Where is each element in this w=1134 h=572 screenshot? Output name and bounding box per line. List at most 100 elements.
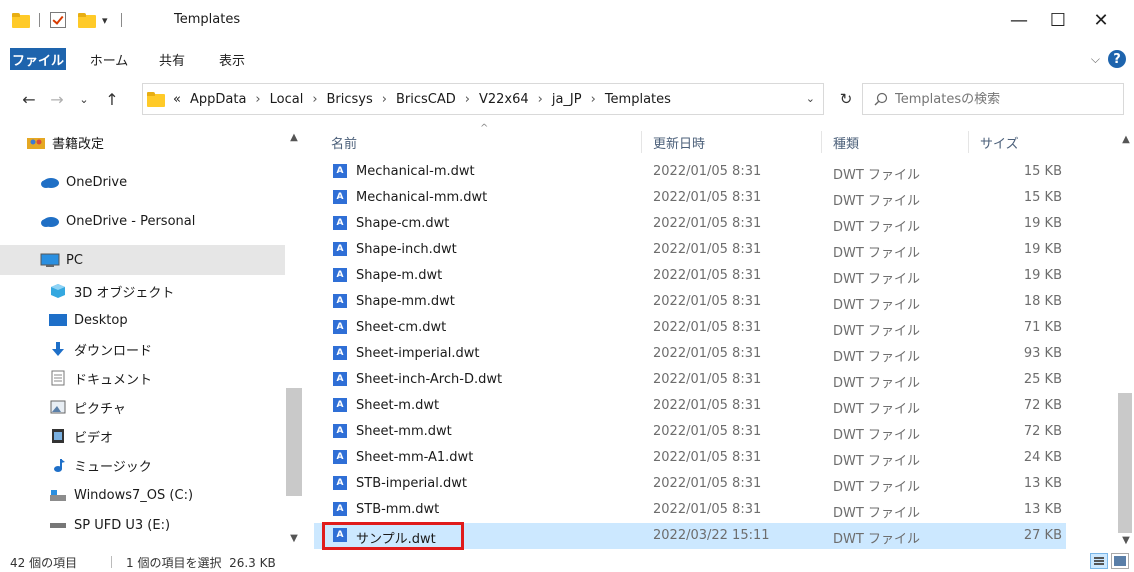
nav-item-sp-ufd[interactable]: SP UFD U3 (E:) <box>0 510 285 540</box>
nav-item-documents[interactable]: ドキュメント <box>0 363 285 393</box>
scroll-down-icon[interactable]: ▼ <box>1118 532 1134 548</box>
highlight-box <box>322 522 464 550</box>
column-divider[interactable] <box>821 131 822 153</box>
breadcrumb-appdata[interactable]: AppData <box>190 92 246 107</box>
maximize-button[interactable]: ☐ <box>1038 6 1078 34</box>
search-input[interactable] <box>895 91 1095 107</box>
nav-item-videos[interactable]: ビデオ <box>0 421 285 451</box>
document-icon <box>48 370 68 386</box>
download-icon <box>48 341 68 357</box>
address-bar[interactable]: « AppData › Local › Bricsys › BricsCAD ›… <box>142 83 824 115</box>
details-view-icon[interactable] <box>1090 553 1108 569</box>
table-row[interactable]: A Shape-mm.dwt 2022/01/05 8:31 DWT ファイル … <box>314 289 1066 315</box>
help-icon[interactable]: ? <box>1108 50 1126 68</box>
breadcrumb-separator[interactable]: › <box>538 92 543 107</box>
breadcrumb-bricsys[interactable]: Bricsys <box>327 92 373 107</box>
dwt-file-icon: A <box>333 398 347 412</box>
nav-item-3d-objects[interactable]: 3D オブジェクト <box>0 276 285 306</box>
file-name: Sheet-mm.dwt <box>356 424 452 439</box>
file-type: DWT ファイル <box>833 376 920 391</box>
large-icons-view-icon[interactable] <box>1111 553 1129 569</box>
nav-item-pc[interactable]: PC <box>0 245 285 275</box>
column-header-date[interactable]: 更新日時 <box>653 133 705 152</box>
status-bar: 42 個の項目 1 個の項目を選択 26.3 KB <box>0 552 1134 572</box>
breadcrumb-bricscad[interactable]: BricsCAD <box>396 92 456 107</box>
nav-item-pictures[interactable]: ピクチャ <box>0 392 285 422</box>
table-row[interactable]: A Sheet-m.dwt 2022/01/05 8:31 DWT ファイル 7… <box>314 393 1066 419</box>
table-row[interactable]: A Sheet-inch-Arch-D.dwt 2022/01/05 8:31 … <box>314 367 1066 393</box>
breadcrumb-separator[interactable]: › <box>255 92 260 107</box>
quick-access-dropdown-icon[interactable]: ▾ <box>102 10 108 30</box>
nav-item-downloads[interactable]: ダウンロード <box>0 334 285 364</box>
nav-item-onedrive[interactable]: OneDrive <box>0 167 285 197</box>
breadcrumb-separator[interactable]: › <box>382 92 387 107</box>
file-name: STB-mm.dwt <box>356 502 440 517</box>
nav-item-music[interactable]: ミュージック <box>0 450 285 480</box>
properties-check-icon[interactable] <box>50 10 66 30</box>
dwt-file-icon: A <box>333 502 347 516</box>
scroll-up-icon[interactable]: ▲ <box>1118 131 1134 147</box>
column-header-size[interactable]: サイズ <box>980 133 1019 152</box>
file-name: Sheet-mm-A1.dwt <box>356 450 474 465</box>
table-row[interactable]: A STB-mm.dwt 2022/01/05 8:31 DWT ファイル 13… <box>314 497 1066 523</box>
table-row[interactable]: A Sheet-mm-A1.dwt 2022/01/05 8:31 DWT ファ… <box>314 445 1066 471</box>
breadcrumb-separator[interactable]: › <box>591 92 596 107</box>
column-header-type[interactable]: 種類 <box>833 133 859 152</box>
file-name: Sheet-m.dwt <box>356 398 440 413</box>
table-row[interactable]: A Sheet-cm.dwt 2022/01/05 8:31 DWT ファイル … <box>314 315 1066 341</box>
scroll-up-icon[interactable]: ▲ <box>286 129 302 145</box>
table-row[interactable]: A Sheet-imperial.dwt 2022/01/05 8:31 DWT… <box>314 341 1066 367</box>
table-row[interactable]: A Mechanical-m.dwt 2022/01/05 8:31 DWT フ… <box>314 159 1066 185</box>
table-row[interactable]: A Mechanical-mm.dwt 2022/01/05 8:31 DWT … <box>314 185 1066 211</box>
new-folder-icon[interactable] <box>78 10 98 30</box>
breadcrumb-overflow[interactable]: « <box>173 92 181 107</box>
address-dropdown-chevron-icon[interactable]: ⌄ <box>806 92 815 105</box>
breadcrumb-templates[interactable]: Templates <box>605 92 671 107</box>
file-date: 2022/01/05 8:31 <box>653 372 762 387</box>
expand-ribbon-chevron-icon[interactable]: ⌵ <box>1091 52 1100 67</box>
nav-item-label: Desktop <box>74 312 128 328</box>
column-divider[interactable] <box>641 131 642 153</box>
column-divider[interactable] <box>968 131 969 153</box>
table-row[interactable]: A Shape-cm.dwt 2022/01/05 8:31 DWT ファイル … <box>314 211 1066 237</box>
table-row[interactable]: A Shape-m.dwt 2022/01/05 8:31 DWT ファイル 1… <box>314 263 1066 289</box>
video-icon <box>48 428 68 444</box>
tab-file[interactable]: ファイル <box>10 48 66 70</box>
nav-item-desktop[interactable]: Desktop <box>0 305 285 335</box>
forward-arrow-icon[interactable]: → <box>46 88 68 110</box>
file-size: 15 KB <box>1023 164 1062 179</box>
table-row[interactable]: A STB-imperial.dwt 2022/01/05 8:31 DWT フ… <box>314 471 1066 497</box>
tab-view[interactable]: 表示 <box>212 48 252 70</box>
search-box[interactable] <box>862 83 1124 115</box>
nav-item-label: ドキュメント <box>74 372 153 388</box>
minimize-button[interactable]: — <box>999 6 1039 34</box>
scrollbar-thumb[interactable] <box>1118 393 1132 533</box>
table-row[interactable]: A Shape-inch.dwt 2022/01/05 8:31 DWT ファイ… <box>314 237 1066 263</box>
tab-home[interactable]: ホーム <box>84 48 134 70</box>
table-row[interactable]: A Sheet-mm.dwt 2022/01/05 8:31 DWT ファイル … <box>314 419 1066 445</box>
refresh-icon[interactable]: ↻ <box>834 83 858 115</box>
nav-pane-scrollbar[interactable]: ▲ ▼ <box>286 125 302 550</box>
file-list-scrollbar[interactable]: ▲ ▼ <box>1116 125 1134 550</box>
close-button[interactable]: ✕ <box>1081 6 1121 34</box>
back-arrow-icon[interactable]: ← <box>18 88 40 110</box>
up-arrow-icon[interactable]: ↑ <box>100 88 124 110</box>
breadcrumb-separator[interactable]: › <box>312 92 317 107</box>
breadcrumb-separator[interactable]: › <box>465 92 470 107</box>
scroll-down-icon[interactable]: ▼ <box>286 530 302 546</box>
nav-item-shoseki-kaitei[interactable]: 書籍改定 <box>0 127 285 157</box>
scrollbar-thumb[interactable] <box>286 388 302 496</box>
file-date: 2022/03/22 15:11 <box>653 528 770 543</box>
tab-share[interactable]: 共有 <box>152 48 192 70</box>
file-name: Sheet-cm.dwt <box>356 320 447 335</box>
sort-ascending-icon: ^ <box>480 123 489 134</box>
window-title: Templates <box>174 12 241 27</box>
nav-item-windows7-os[interactable]: Windows7_OS (C:) <box>0 480 285 510</box>
recent-locations-chevron-icon[interactable]: ⌄ <box>74 88 94 110</box>
column-header-name[interactable]: 名前 <box>331 133 357 152</box>
nav-item-onedrive-personal[interactable]: OneDrive - Personal <box>0 206 285 236</box>
breadcrumb-local[interactable]: Local <box>270 92 304 107</box>
breadcrumb-v22x64[interactable]: V22x64 <box>479 92 529 107</box>
breadcrumb-ja-jp[interactable]: ja_JP <box>552 92 582 107</box>
file-name: Mechanical-mm.dwt <box>356 190 488 205</box>
